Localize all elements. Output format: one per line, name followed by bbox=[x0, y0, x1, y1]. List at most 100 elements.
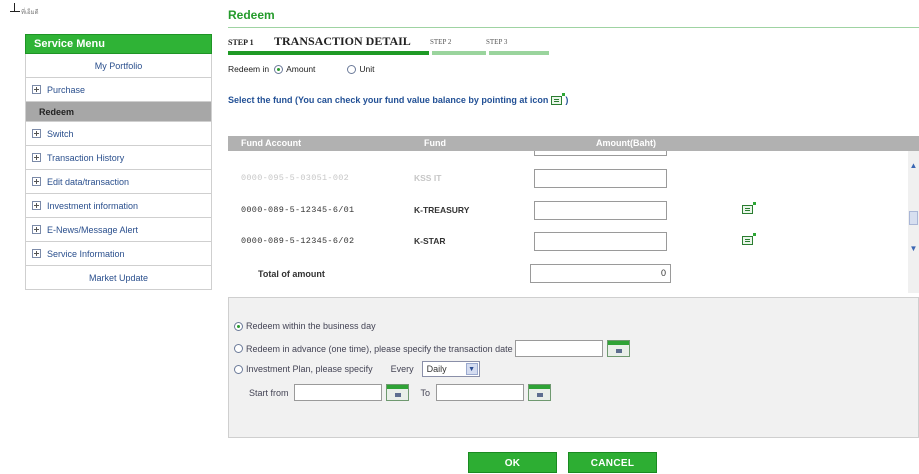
transaction-date-input[interactable] bbox=[514, 340, 603, 357]
fund-balance-icon-button[interactable] bbox=[739, 233, 756, 248]
step3-label: STEP 3 bbox=[486, 38, 508, 46]
redeem-unit-label: Unit bbox=[359, 64, 375, 74]
to-label: To bbox=[420, 387, 431, 398]
table-row: 0000-095-5-03051-002 KSS IT bbox=[228, 168, 908, 190]
start-date-input[interactable] bbox=[293, 384, 382, 401]
table-row: 0000-089-5-12345-6/02 K-STAR bbox=[228, 231, 908, 253]
step3-progress-bar bbox=[489, 51, 549, 55]
plan-date-range: Start from To bbox=[249, 384, 552, 401]
table-row: 0000-089-5-12345-6/01 K-TREASURY bbox=[228, 200, 908, 222]
select-fund-close: ) bbox=[565, 95, 569, 105]
sidebar-item-redeem[interactable]: Redeem bbox=[25, 102, 212, 122]
fund-table-header: Fund Account Fund Amount(Baht) bbox=[228, 136, 919, 151]
in-advance-radio[interactable] bbox=[234, 344, 243, 353]
scroll-thumb[interactable] bbox=[909, 211, 918, 225]
redeem-amount-label: Amount bbox=[286, 64, 316, 74]
sidebar-item-transaction-history[interactable]: Transaction History bbox=[25, 146, 212, 170]
redeem-amount-radio[interactable] bbox=[274, 64, 284, 74]
redeem-in-group: Redeem in Amount Unit bbox=[228, 64, 375, 74]
every-label: Every bbox=[390, 364, 414, 374]
fund-balance-icon-button[interactable] bbox=[739, 202, 756, 217]
chevron-down-icon[interactable]: ▼ bbox=[465, 363, 478, 375]
header-fund-account: Fund Account bbox=[241, 138, 302, 148]
business-day-label: Redeem within the business day bbox=[246, 321, 376, 331]
frequency-select[interactable]: Daily ▼ bbox=[421, 361, 480, 377]
plus-icon[interactable] bbox=[32, 129, 41, 138]
option-in-advance[interactable]: Redeem in advance (one time), please spe… bbox=[234, 340, 630, 357]
fund-balance-icon bbox=[551, 92, 566, 105]
total-amount-field: 0 bbox=[530, 264, 671, 283]
end-date-input[interactable] bbox=[436, 384, 525, 401]
sidebar-item-enews[interactable]: E-News/Message Alert bbox=[25, 218, 212, 242]
sidebar-item-label: Switch bbox=[47, 128, 74, 139]
redeem-unit-radio[interactable] bbox=[347, 64, 357, 74]
sidebar-item-market-update[interactable]: Market Update bbox=[25, 266, 212, 290]
plus-icon[interactable] bbox=[32, 249, 41, 258]
calendar-icon[interactable] bbox=[385, 384, 409, 401]
fund-balance-icon[interactable] bbox=[742, 202, 756, 214]
total-amount-label: Total of amount bbox=[258, 269, 325, 279]
investment-plan-label: Investment Plan, please specify bbox=[246, 364, 373, 374]
scroll-down-icon[interactable]: ▼ bbox=[909, 244, 918, 253]
amount-input[interactable] bbox=[534, 232, 667, 251]
redeem-in-label: Redeem in bbox=[228, 64, 270, 74]
step1-label: STEP 1 bbox=[228, 38, 254, 47]
sidebar-item-service-information[interactable]: Service Information bbox=[25, 242, 212, 266]
sidebar-item-label: E-News/Message Alert bbox=[47, 224, 139, 235]
service-menu: Service Menu My Portfolio Purchase Redee… bbox=[25, 34, 212, 290]
sidebar-item-label: My Portfolio bbox=[94, 60, 143, 71]
sidebar-item-investment-information[interactable]: Investment information bbox=[25, 194, 212, 218]
amount-input[interactable] bbox=[534, 169, 667, 188]
plus-icon[interactable] bbox=[32, 201, 41, 210]
page-title: Redeem bbox=[228, 8, 275, 22]
plus-icon[interactable] bbox=[32, 153, 41, 162]
sidebar-item-label: Purchase bbox=[47, 84, 86, 95]
in-advance-label: Redeem in advance (one time), please spe… bbox=[246, 343, 513, 354]
fund-account-cell: 0000-095-5-03051-002 bbox=[241, 173, 350, 183]
amount-input[interactable] bbox=[534, 201, 667, 220]
business-day-radio[interactable] bbox=[234, 321, 243, 331]
cancel-button[interactable]: CANCEL bbox=[568, 452, 657, 473]
table-row bbox=[228, 151, 908, 158]
amount-input[interactable] bbox=[534, 151, 667, 156]
table-scrollbar[interactable]: ▲ ▼ bbox=[908, 151, 919, 293]
step1-title: TRANSACTION DETAIL bbox=[274, 34, 411, 48]
sidebar-item-label: Edit data/transaction bbox=[47, 176, 130, 187]
plus-icon[interactable] bbox=[32, 85, 41, 94]
scroll-up-icon[interactable]: ▲ bbox=[909, 161, 918, 170]
ok-button[interactable]: OK bbox=[468, 452, 557, 473]
sidebar-item-switch[interactable]: Switch bbox=[25, 122, 212, 146]
option-business-day[interactable]: Redeem within the business day bbox=[234, 321, 376, 331]
sidebar-item-purchase[interactable]: Purchase bbox=[25, 78, 212, 102]
step2-label: STEP 2 bbox=[430, 38, 452, 46]
plus-icon[interactable] bbox=[32, 225, 41, 234]
fund-account-cell: 0000-089-5-12345-6/02 bbox=[241, 236, 355, 246]
select-fund-text: Select the fund (You can check your fund… bbox=[228, 95, 549, 105]
sidebar-item-label: Market Update bbox=[88, 272, 149, 283]
start-from-label: Start from bbox=[249, 387, 289, 398]
title-divider bbox=[228, 27, 919, 28]
calendar-icon[interactable] bbox=[528, 384, 552, 401]
sidebar-item-label: Redeem bbox=[39, 106, 75, 117]
option-investment-plan[interactable]: Investment Plan, please specify Every Da… bbox=[234, 361, 480, 377]
header-amount: Amount(Baht) bbox=[596, 138, 656, 148]
sidebar-item-label: Service Information bbox=[47, 248, 125, 259]
sidebar-item-my-portfolio[interactable]: My Portfolio bbox=[25, 54, 212, 78]
fund-balance-icon[interactable] bbox=[742, 233, 756, 245]
investment-plan-radio[interactable] bbox=[234, 364, 243, 374]
fund-cell: KSS IT bbox=[414, 173, 442, 183]
plus-icon[interactable] bbox=[32, 177, 41, 186]
fund-cell: K-STAR bbox=[414, 236, 446, 246]
frequency-value: Daily bbox=[426, 364, 447, 374]
logo-mark-icon bbox=[10, 3, 20, 15]
sidebar-item-edit-data[interactable]: Edit data/transaction bbox=[25, 170, 212, 194]
step2-progress-bar bbox=[432, 51, 486, 55]
redeem-options-panel: Redeem within the business day Redeem in… bbox=[228, 297, 919, 438]
logo-text: ที่เอ็มดี bbox=[21, 10, 39, 16]
header-fund: Fund bbox=[424, 138, 446, 148]
calendar-icon[interactable] bbox=[606, 340, 630, 357]
step1-progress-bar bbox=[228, 51, 429, 55]
fund-account-cell: 0000-089-5-12345-6/01 bbox=[241, 205, 355, 215]
sidebar-item-label: Transaction History bbox=[47, 152, 125, 163]
service-menu-title: Service Menu bbox=[25, 34, 212, 54]
